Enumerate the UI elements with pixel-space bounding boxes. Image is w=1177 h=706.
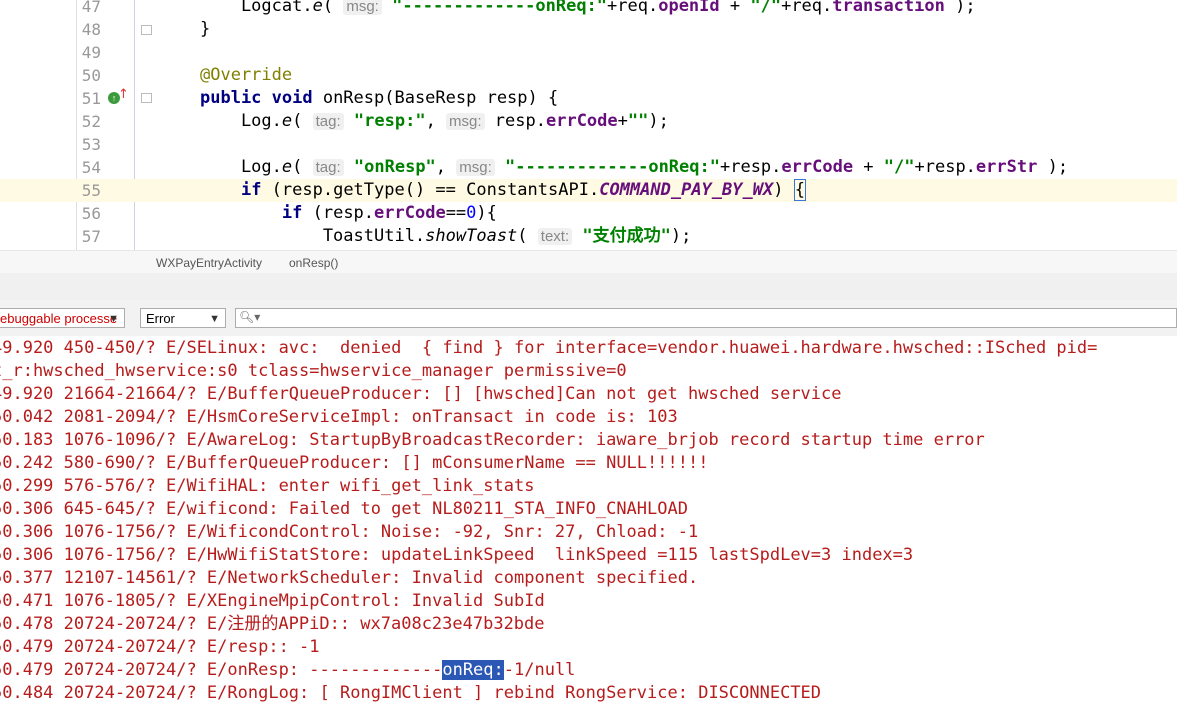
code-line[interactable]: 48} (0, 18, 1177, 41)
code-editor[interactable]: 47 Logcat.e( msg: "-------------onReq:"+… (0, 0, 1177, 250)
code-line[interactable]: 53 (0, 133, 1177, 156)
search-icon: 🔍︎▾ (239, 310, 261, 324)
process-filter-dropdown[interactable]: ebuggable processe ▼ (0, 308, 125, 328)
line-number: 47 (81, 0, 101, 16)
code-text: @Override (200, 65, 293, 85)
log-level-dropdown[interactable]: Error ▼ (140, 308, 226, 328)
code-line[interactable]: 56 if (resp.errCode==0){ (0, 202, 1177, 225)
parameter-hint: msg: (343, 0, 382, 15)
fold-start-icon[interactable] (141, 93, 152, 103)
log-entry[interactable]: 50.484 20724-20724/? E/RongLog: [ RongIM… (0, 682, 821, 705)
process-filter-value: ebuggable processe (0, 311, 118, 326)
code-text: Logcat.e( msg: "-------------onReq:"+req… (200, 0, 976, 16)
code-line[interactable]: 55 if (resp.getType() == ConstantsAPI.CO… (0, 179, 1177, 202)
log-entry[interactable]: 50.479 20724-20724/? E/resp:: -1 (0, 636, 320, 659)
line-number: 51 (81, 89, 101, 108)
logcat-search-input[interactable]: 🔍︎▾ (235, 308, 1177, 328)
code-text: public void onResp(BaseResp resp) { (200, 88, 559, 108)
code-text: if (resp.getType() == ConstantsAPI.COMMA… (240, 179, 806, 201)
line-number: 55 (81, 181, 101, 200)
line-number: 52 (81, 112, 101, 131)
code-line[interactable]: 57 ToastUtil.showToast( text: "支付成功"); (0, 225, 1177, 248)
code-text: if (resp.errCode==0){ (281, 203, 497, 223)
log-entry[interactable]: 50.478 20724-20724/? E/注册的APPiD:: wx7a08… (0, 613, 545, 636)
parameter-hint: tag: (312, 159, 344, 176)
log-entry[interactable]: 50.479 20724-20724/? E/onResp: ---------… (0, 659, 575, 682)
log-entry[interactable]: 50.242 580-690/? E/BufferQueueProducer: … (0, 452, 708, 475)
chevron-down-icon: ▼ (209, 313, 220, 325)
code-text: ToastUtil.showToast( text: "支付成功"); (200, 226, 692, 246)
chevron-down-icon: ▼ (108, 313, 119, 325)
line-number: 49 (81, 43, 101, 62)
log-level-value: Error (146, 311, 175, 326)
log-entry[interactable]: 50.183 1076-1096/? E/AwareLog: StartupBy… (0, 429, 985, 452)
log-entry[interactable]: 50.306 1076-1756/? E/HwWifiStatStore: up… (0, 544, 913, 567)
code-line[interactable]: 47 Logcat.e( msg: "-------------onReq:"+… (0, 0, 1177, 18)
log-entry[interactable]: 50.377 12107-14561/? E/NetworkScheduler:… (0, 567, 698, 590)
code-line[interactable]: 50 @Override (0, 64, 1177, 87)
line-number: 57 (81, 227, 101, 246)
logcat-toolbar: ebuggable processe ▼ Error ▼ 🔍︎▾ (0, 300, 1177, 336)
parameter-hint: msg: (456, 159, 495, 176)
parameter-hint: text: (537, 228, 573, 245)
log-entry[interactable]: 49.920 21664-21664/? E/BufferQueueProduc… (0, 383, 842, 406)
line-number: 54 (81, 158, 101, 177)
code-line[interactable]: 52 Log.e( tag: "resp:", msg: resp.errCod… (0, 110, 1177, 133)
log-entry[interactable]: 50.042 2081-2094/? E/HsmCoreServiceImpl:… (0, 406, 678, 429)
fold-end-icon[interactable] (141, 25, 152, 35)
parameter-hint: tag: (312, 113, 344, 130)
line-number: 50 (81, 66, 101, 85)
breadcrumb-method[interactable]: onResp() (289, 256, 338, 270)
implements-arrow-icon[interactable]: ↑ (118, 87, 129, 102)
panel-divider[interactable] (0, 273, 1177, 301)
log-entry[interactable]: 50.299 576-576/? E/WifiHAL: enter wifi_g… (0, 475, 534, 498)
code-line[interactable]: 54 Log.e( tag: "onResp", msg: "---------… (0, 156, 1177, 179)
log-entry[interactable]: 50.306 1076-1756/? E/WificondControl: No… (0, 521, 698, 544)
text-selection: onReq: (442, 660, 504, 680)
code-line[interactable]: 49 (0, 41, 1177, 64)
breadcrumb-class[interactable]: WXPayEntryActivity (156, 256, 262, 270)
line-number: 48 (81, 20, 101, 39)
log-entry[interactable]: 49.920 450-450/? E/SELinux: avc: denied … (0, 337, 1097, 360)
breadcrumb: WXPayEntryActivity onResp() (0, 250, 1177, 274)
log-entry[interactable]: t_r:hwsched_hwservice:s0 tclass=hwservic… (0, 360, 627, 383)
code-text: Log.e( tag: "onResp", msg: "------------… (200, 157, 1069, 177)
parameter-hint: msg: (446, 113, 485, 130)
line-number: 56 (81, 204, 101, 223)
line-number: 53 (81, 135, 101, 154)
log-entry[interactable]: 50.471 1076-1805/? E/XEngineMpipControl:… (0, 590, 545, 613)
log-entry[interactable]: 50.306 645-645/? E/wificond: Failed to g… (0, 498, 688, 521)
code-line[interactable]: 51 public void onResp(BaseResp resp) { (0, 87, 1177, 110)
code-text: Log.e( tag: "resp:", msg: resp.errCode+"… (200, 111, 669, 131)
logcat-output[interactable]: 49.920 450-450/? E/SELinux: avc: denied … (0, 337, 1177, 706)
code-text: } (200, 19, 211, 39)
